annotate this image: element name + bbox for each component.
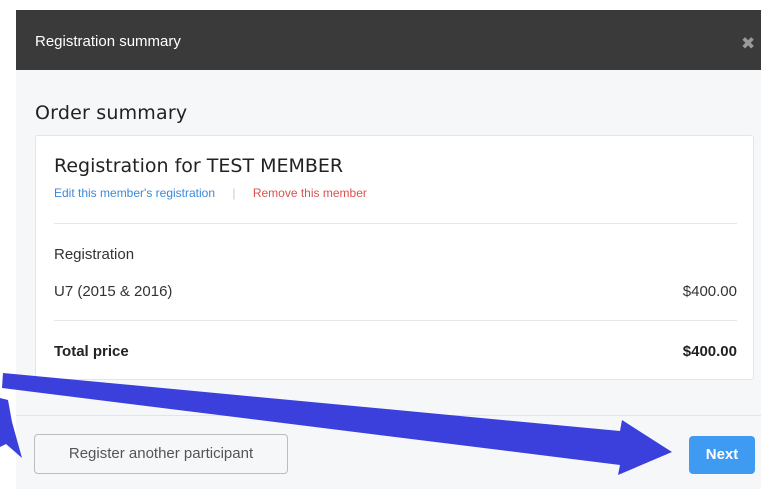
member-registration-title: Registration for TEST MEMBER xyxy=(54,155,344,177)
registration-item-price: $400.00 xyxy=(682,283,737,300)
modal-header: Registration summary ✖ xyxy=(16,10,761,70)
modal-title: Registration summary xyxy=(35,33,181,50)
next-button[interactable]: Next xyxy=(689,436,755,474)
remove-member-link[interactable]: Remove this member xyxy=(253,186,367,200)
edit-registration-link[interactable]: Edit this member's registration xyxy=(54,186,215,200)
order-summary-card: Registration for TEST MEMBER Edit this m… xyxy=(35,135,754,380)
register-another-participant-button[interactable]: Register another participant xyxy=(34,434,288,474)
link-separator: | xyxy=(232,186,236,200)
registration-summary-modal: Registration summary ✖ Order summary Reg… xyxy=(16,10,761,489)
total-price-value: $400.00 xyxy=(682,343,737,360)
order-summary-heading: Order summary xyxy=(35,102,188,124)
close-icon[interactable]: ✖ xyxy=(741,30,761,58)
divider xyxy=(54,320,737,321)
total-price-label: Total price xyxy=(54,343,129,360)
member-actions: Edit this member's registration | Remove… xyxy=(54,186,367,200)
registration-item-name: U7 (2015 & 2016) xyxy=(54,283,173,300)
divider xyxy=(54,223,737,224)
registration-section-label: Registration xyxy=(54,246,135,263)
footer-divider xyxy=(16,415,761,416)
